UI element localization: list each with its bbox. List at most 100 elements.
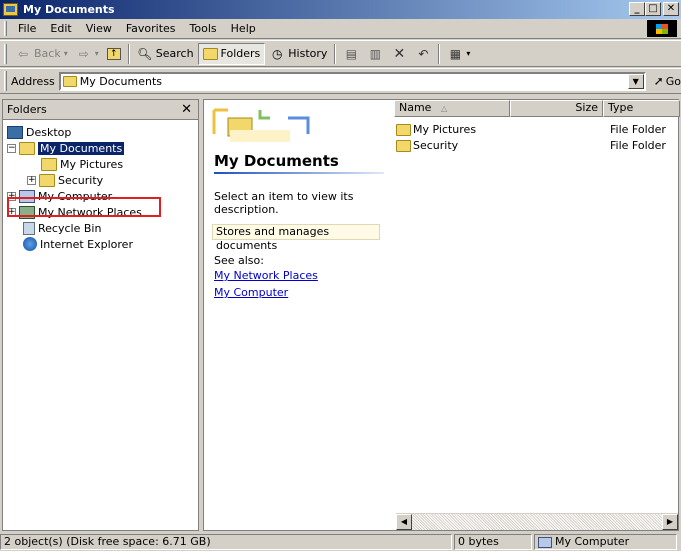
list-item-type: File Folder — [610, 139, 666, 152]
menu-tools[interactable]: Tools — [183, 20, 224, 38]
status-zone-label: My Computer — [555, 535, 630, 548]
title-bar: My Documents _ □ ✕ — [0, 0, 681, 19]
tree-label: My Pictures — [60, 157, 124, 171]
column-name[interactable]: Name △ — [394, 100, 510, 117]
address-value: My Documents — [79, 74, 163, 88]
address-bar: Address My Documents ▼ ➚ Go — [0, 68, 681, 94]
forward-arrow-icon: ⇨ — [78, 46, 89, 61]
folders-title: Folders — [7, 103, 47, 116]
forward-button[interactable]: ⇨ ▾ — [72, 43, 103, 65]
address-grip — [4, 71, 7, 91]
delete-button[interactable]: ✕ — [387, 43, 411, 65]
views-button[interactable]: ▦ ▾ — [443, 43, 474, 65]
views-icon: ▦ — [449, 46, 462, 61]
back-button[interactable]: ⇦ Back ▾ — [11, 43, 72, 65]
go-arrow-icon: ➚ — [653, 74, 664, 88]
internet-explorer-icon — [23, 237, 37, 251]
menu-favorites[interactable]: Favorites — [119, 20, 183, 38]
menu-bar: File Edit View Favorites Tools Help — [0, 19, 681, 39]
folders-header: Folders ✕ — [3, 100, 198, 120]
folders-button[interactable]: Folders — [197, 42, 266, 65]
column-type[interactable]: Type — [603, 100, 680, 117]
my-pictures-icon — [41, 157, 57, 171]
search-button[interactable]: 🔍︎ Search — [133, 43, 198, 65]
address-input[interactable]: My Documents ▼ — [58, 71, 646, 91]
tree-label: My Documents — [38, 141, 125, 155]
minimize-button[interactable]: _ — [629, 2, 645, 16]
back-dropdown-icon[interactable]: ▾ — [64, 49, 68, 58]
up-folder-icon: ↑ — [106, 47, 121, 60]
content-pane: My Documents Select an item to view its … — [203, 99, 680, 531]
history-icon: ◷ — [272, 46, 283, 61]
toolbar-separator — [438, 43, 441, 64]
collapse-toggle[interactable]: − — [7, 143, 16, 153]
search-label: Search — [155, 47, 194, 60]
tree-label: Recycle Bin — [38, 221, 102, 235]
address-dropdown-button[interactable]: ▼ — [627, 73, 644, 89]
folder-info: Stores and manages documents — [212, 224, 380, 252]
folder-icon — [39, 173, 55, 187]
status-zone: My Computer — [534, 534, 677, 550]
tree-item-my-documents[interactable]: − My Documents — [7, 140, 125, 156]
list-item-type: File Folder — [610, 123, 666, 136]
copy-to-icon: ▥ — [369, 46, 382, 61]
menu-view[interactable]: View — [79, 20, 119, 38]
list-item-name: Security — [413, 139, 459, 152]
menu-file[interactable]: File — [11, 20, 43, 38]
window-controls: _ □ ✕ — [629, 2, 679, 16]
copy-to-button[interactable]: ▥ — [363, 43, 387, 65]
webview-title: My Documents — [214, 152, 339, 170]
tree-item-my-pictures[interactable]: My Pictures — [41, 156, 123, 172]
maximize-button[interactable]: □ — [645, 2, 661, 16]
horizontal-scrollbar[interactable]: ◀ ▶ — [396, 513, 678, 530]
sort-ascending-icon: △ — [440, 104, 448, 113]
expand-toggle[interactable]: + — [27, 175, 36, 185]
column-size[interactable]: Size — [510, 100, 603, 117]
column-name-label: Name — [399, 101, 432, 114]
folder-icon — [396, 139, 411, 152]
list-header: Name △ Size Type — [394, 100, 680, 117]
status-size: 0 bytes — [454, 534, 532, 550]
link-my-computer[interactable]: My Computer — [214, 286, 288, 299]
forward-dropdown-icon[interactable]: ▾ — [95, 49, 99, 58]
move-to-button[interactable]: ▤ — [339, 43, 363, 65]
go-button[interactable]: ➚ Go — [654, 74, 681, 88]
highlight-annotation — [7, 197, 161, 217]
my-documents-icon — [62, 75, 77, 87]
folders-label: Folders — [220, 47, 261, 60]
computer-icon — [538, 536, 552, 548]
scroll-right-button[interactable]: ▶ — [662, 514, 678, 530]
folders-icon — [202, 47, 218, 60]
desktop-icon — [7, 125, 23, 139]
tree-label: Internet Explorer — [40, 237, 133, 251]
scroll-left-button[interactable]: ◀ — [396, 514, 412, 530]
link-my-network-places[interactable]: My Network Places — [214, 269, 318, 282]
tree-item-security[interactable]: + Security — [27, 172, 103, 188]
menu-help[interactable]: Help — [224, 20, 263, 38]
undo-button[interactable]: ↶ — [411, 43, 435, 65]
tree-item-desktop[interactable]: Desktop — [7, 124, 71, 140]
close-button[interactable]: ✕ — [663, 2, 679, 16]
up-folder-button[interactable]: ↑ — [103, 43, 125, 65]
views-dropdown-icon[interactable]: ▾ — [466, 49, 470, 58]
list-item-name: My Pictures — [413, 123, 477, 136]
address-label: Address — [10, 74, 55, 88]
status-objects: 2 object(s) (Disk free space: 6.71 GB) — [0, 534, 452, 550]
close-folders-pane-button[interactable]: ✕ — [181, 102, 192, 117]
move-to-icon: ▤ — [345, 46, 358, 61]
menu-grip — [4, 21, 7, 36]
folders-pane: Folders ✕ Desktop − My Documents My Pict… — [2, 99, 199, 531]
tree-label: Desktop — [26, 125, 72, 139]
title-divider — [214, 172, 384, 174]
tree-item-recycle-bin[interactable]: Recycle Bin — [23, 220, 101, 236]
tree-item-internet-explorer[interactable]: Internet Explorer — [23, 236, 133, 252]
webview-panel: My Documents Select an item to view its … — [204, 100, 394, 510]
list-item[interactable]: Security File Folder — [396, 138, 680, 153]
list-item[interactable]: My Pictures File Folder — [396, 122, 680, 137]
webview-description: Select an item to view its description. — [214, 190, 354, 216]
history-button[interactable]: ◷ History — [265, 43, 331, 65]
history-label: History — [288, 47, 328, 60]
windows-logo-icon — [647, 20, 677, 37]
menu-edit[interactable]: Edit — [43, 20, 78, 38]
toolbar-separator — [127, 43, 130, 64]
